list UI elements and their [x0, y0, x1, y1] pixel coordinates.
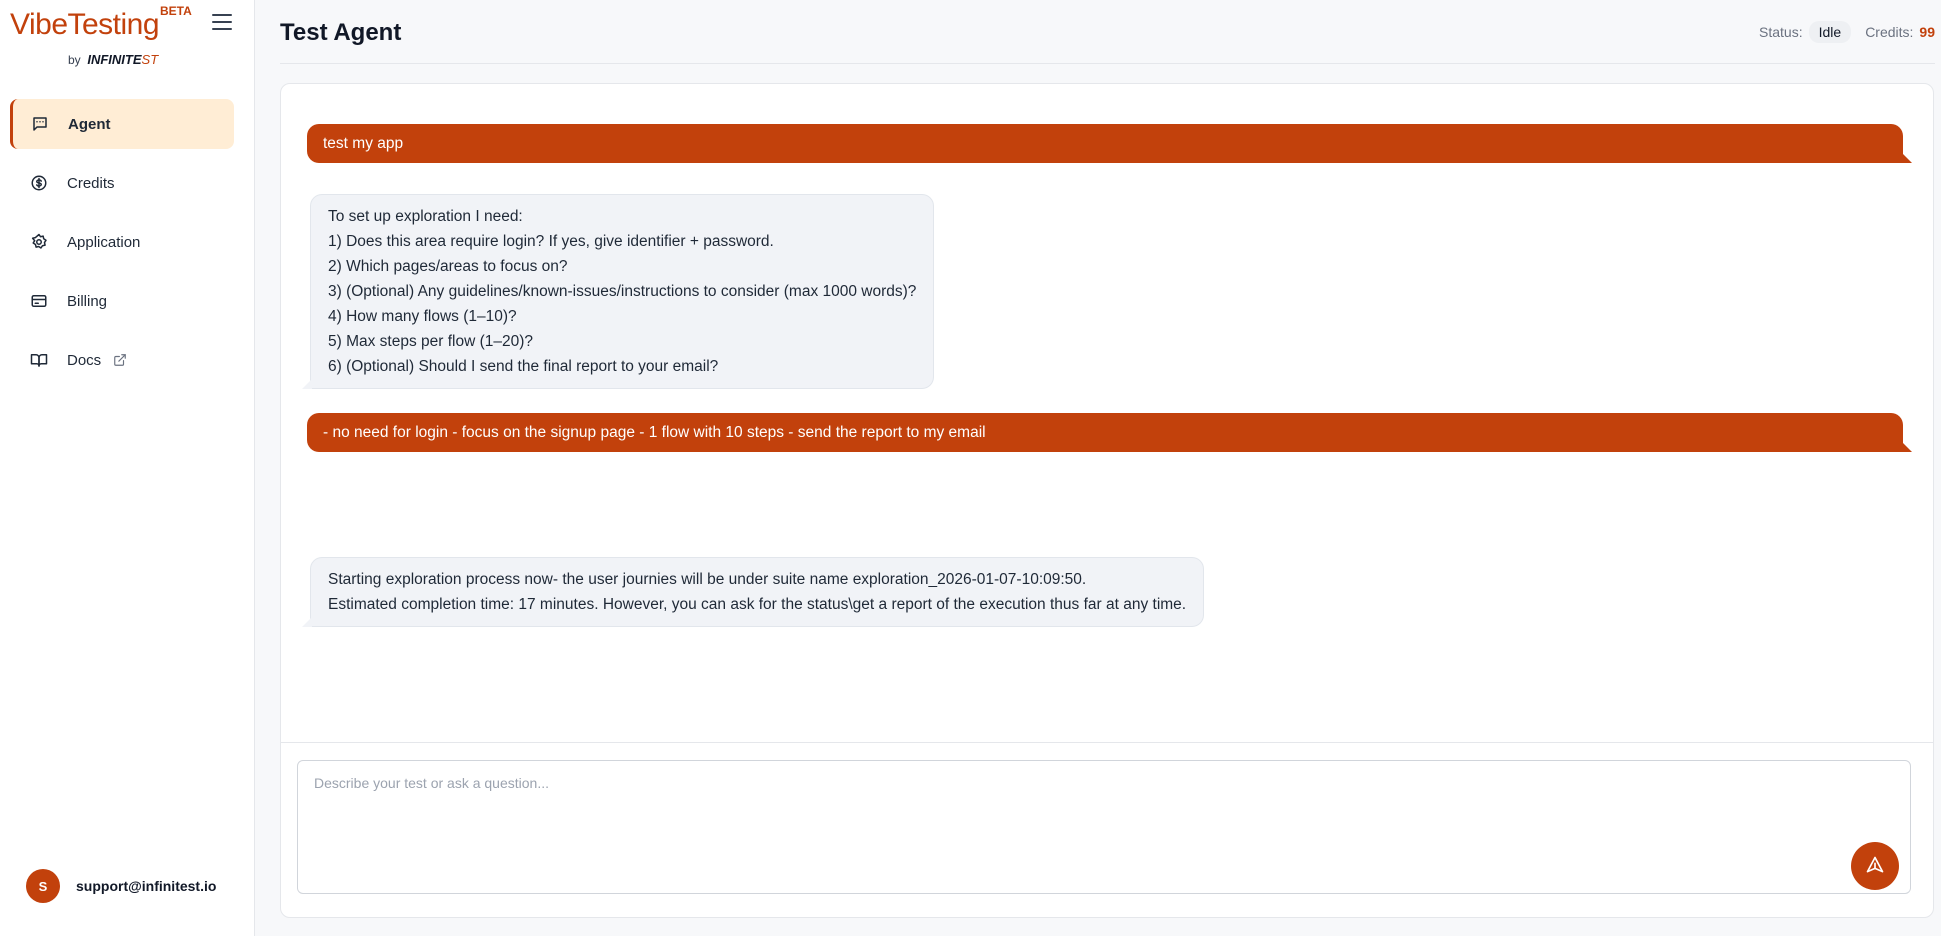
message-list[interactable]: test my app To set up exploration I need… [281, 84, 1933, 742]
message-line: - focus on the signup page [447, 424, 635, 441]
sidebar-item-label: Agent [68, 115, 111, 133]
message-line: Estimated completion time: 17 minutes. H… [328, 596, 1187, 613]
user-profile[interactable]: S support@infinitest.io [26, 869, 216, 903]
book-icon [29, 350, 49, 370]
beta-badge: BETA [160, 4, 192, 18]
agent-message: To set up exploration I need: 1) Does th… [301, 194, 935, 389]
credit-card-icon [29, 291, 49, 311]
company-name-accent: ST [141, 52, 159, 67]
message-line: 3) (Optional) Any guidelines/known-issue… [328, 283, 917, 300]
send-icon [1865, 855, 1885, 878]
company-name: INFINITEST [87, 52, 158, 67]
sidebar-item-credits[interactable]: Credits [10, 158, 234, 208]
sidebar-item-application[interactable]: Application [10, 217, 234, 267]
company-name-main: INFINITE [87, 52, 142, 67]
sidebar-item-label: Credits [67, 174, 115, 192]
sidebar-item-billing[interactable]: Billing [10, 276, 234, 326]
message-line: 5) Max steps per flow (1–20)? [328, 333, 534, 350]
message-line: - 1 flow with 10 steps [634, 424, 784, 441]
sidebar-item-agent[interactable]: Agent [10, 99, 234, 149]
message-line: 4) How many flows (1–10)? [328, 308, 517, 325]
user-message: test my app [307, 124, 1912, 163]
page-header: Test Agent Status: Idle Credits: 99 [280, 0, 1935, 64]
status-area: Status: Idle Credits: 99 [1759, 21, 1935, 43]
menu-toggle-icon[interactable] [212, 14, 232, 30]
brand-logo[interactable]: VibeTesting BETA by INFINITEST [10, 4, 200, 68]
avatar: S [26, 869, 60, 903]
message-line: 2) Which pages/areas to focus on? [328, 258, 568, 275]
user-message: - no need for login - focus on the signu… [307, 413, 1912, 452]
message-line: To set up exploration I need: [328, 208, 523, 225]
brand-name: VibeTesting [10, 8, 160, 41]
message-line: - no need for login [323, 424, 448, 441]
message-line: 1) Does this area require login? If yes,… [328, 233, 774, 250]
status-label: Status: [1759, 24, 1803, 40]
agent-message: Starting exploration process now- the us… [301, 557, 1205, 627]
message-line: 6) (Optional) Should I send the final re… [328, 358, 719, 375]
user-email: support@infinitest.io [76, 878, 217, 894]
sidebar-item-label: Docs [67, 351, 102, 369]
message-line: Starting exploration process now- the us… [328, 571, 1087, 588]
brand-byline: by INFINITEST [68, 52, 158, 67]
external-link-icon [113, 353, 127, 367]
sidebar-nav: Agent Credits Application Billing Docs [10, 99, 234, 394]
sidebar: VibeTesting BETA by INFINITEST Agent Cre… [0, 0, 255, 936]
credits-label: Credits: [1865, 24, 1914, 40]
gear-icon [29, 232, 49, 252]
chat-icon [30, 114, 50, 134]
message-line: test my app [323, 135, 404, 152]
credits-count: 99 [1919, 24, 1935, 40]
sidebar-item-docs[interactable]: Docs [10, 335, 234, 385]
page-title: Test Agent [280, 19, 402, 46]
byline-prefix: by [68, 53, 81, 67]
sidebar-item-label: Billing [67, 292, 108, 310]
dollar-circle-icon [29, 173, 49, 193]
composer [281, 742, 1933, 918]
status-badge: Idle [1808, 21, 1852, 43]
sidebar-item-label: Application [67, 233, 141, 251]
chat-panel: test my app To set up exploration I need… [280, 83, 1934, 918]
send-button[interactable] [1851, 842, 1899, 890]
message-input[interactable] [297, 760, 1911, 894]
message-line: - send the report to my email [784, 424, 986, 441]
